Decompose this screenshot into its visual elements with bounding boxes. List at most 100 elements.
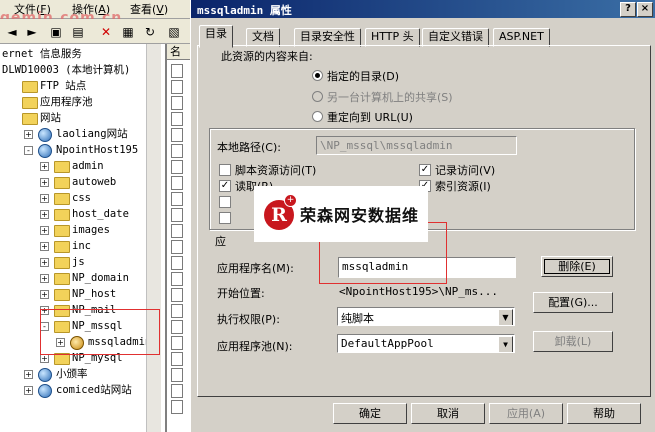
tree-item[interactable]: + js [0,254,146,270]
document-icon[interactable] [171,352,183,366]
document-icon[interactable] [171,224,183,238]
expand-icon[interactable]: + [40,242,49,251]
tree-item[interactable]: 应用程序池 [0,94,146,110]
radio-redirect-url-label[interactable]: 重定向到 URL(U) [327,109,413,125]
document-icon[interactable] [171,384,183,398]
document-icon[interactable] [171,144,183,158]
document-icon[interactable] [171,128,183,142]
document-icon[interactable] [171,192,183,206]
document-icon[interactable] [171,256,183,270]
expand-icon[interactable]: + [24,370,33,379]
tree-item[interactable]: + inc [0,238,146,254]
list-pane: 名 [166,44,191,432]
tab-directory[interactable]: 目录 [199,25,233,48]
ok-button[interactable]: 确定 [333,403,407,424]
chevron-down-icon[interactable]: ▼ [498,336,513,352]
tree-item[interactable]: ernet 信息服务 [0,46,146,62]
tree-item[interactable]: + NP_host [0,286,146,302]
tree-item[interactable]: + autoweb [0,174,146,190]
tree-item[interactable]: + comiced站网站 [0,382,146,398]
tree-item-label: css [72,192,91,204]
tree-item[interactable]: 网站 [0,110,146,126]
app-pool-value: DefaultAppPool [341,337,434,350]
tree-item[interactable]: + laoliang网站 [0,126,146,142]
checkbox-read[interactable]: ✓ [219,180,231,192]
tree-item[interactable]: + 小颁率 [0,366,146,382]
refresh-icon[interactable]: ↻ [140,22,160,42]
up-folder-icon[interactable]: ▣ [46,22,66,42]
export-icon[interactable]: ▧ [164,22,184,42]
properties-icon[interactable]: ▦ [118,22,138,42]
exec-permissions-select[interactable]: 纯脚本 ▼ [337,307,515,326]
document-icon[interactable] [171,160,183,174]
document-icon[interactable] [171,320,183,334]
checkbox-script-source-access[interactable] [219,164,231,176]
chevron-down-icon[interactable]: ▼ [498,309,513,325]
start-point-label: 开始位置: [217,287,265,300]
delete-icon[interactable]: ✕ [96,22,116,42]
document-icon[interactable] [171,240,183,254]
folder-icon [54,177,70,189]
document-icon[interactable] [171,368,183,382]
tree-scrollbar[interactable] [146,44,161,432]
radio-specified-directory-label[interactable]: 指定的目录(D) [327,68,399,84]
tree-item[interactable]: + css [0,190,146,206]
expand-icon[interactable]: + [24,130,33,139]
checkbox-log-visits[interactable]: ✓ [419,164,431,176]
tree-item[interactable]: FTP 站点 [0,78,146,94]
app-pool-label: 应用程序池(N): [217,340,293,353]
document-icon[interactable] [171,272,183,286]
document-icon[interactable] [171,64,183,78]
checkbox-write[interactable] [219,196,231,208]
radio-network-share [312,91,323,102]
document-icon[interactable] [171,400,183,414]
radio-redirect-url[interactable] [312,111,323,122]
show-tree-icon[interactable]: ▤ [68,22,88,42]
document-icon[interactable] [171,288,183,302]
expand-icon[interactable]: + [40,194,49,203]
help-button[interactable]: 帮助 [567,403,641,424]
checkbox-directory-browsing[interactable] [219,212,231,224]
expand-icon[interactable]: + [40,258,49,267]
expand-icon[interactable]: + [40,354,49,363]
tree-item[interactable]: + admin [0,158,146,174]
tree-item[interactable]: + NP_domain [0,270,146,286]
configure-button[interactable]: 配置(G)... [533,292,613,313]
app-pool-select[interactable]: DefaultAppPool ▼ [337,334,515,353]
help-icon[interactable]: ? [620,2,636,17]
back-icon[interactable]: ◄ [2,22,22,42]
remove-button[interactable]: 删除(E) [541,256,613,277]
document-icon[interactable] [171,336,183,350]
expand-icon[interactable]: + [40,162,49,171]
close-icon[interactable]: × [637,2,653,17]
expand-icon[interactable]: + [40,290,49,299]
plus-icon: + [284,194,297,207]
tree-item-label: NP_host [72,288,117,300]
expand-icon[interactable]: + [40,274,49,283]
folder-icon [54,225,70,237]
folder-icon [54,289,70,301]
document-icon[interactable] [171,208,183,222]
expand-icon[interactable]: + [40,178,49,187]
tree-item[interactable]: DLWD10003 (本地计算机) [0,62,146,78]
expand-icon[interactable]: + [24,386,33,395]
tree-item[interactable]: - NpointHost195 [0,142,146,158]
menu-view[interactable]: 查看(V) [130,1,168,17]
column-header-name[interactable]: 名 [167,44,191,60]
document-icon[interactable] [171,96,183,110]
document-icon[interactable] [171,176,183,190]
tree-item-label: DLWD10003 (本地计算机) [2,64,131,76]
tree-item[interactable]: + host_date [0,206,146,222]
document-icon[interactable] [171,304,183,318]
forward-icon[interactable]: ► [22,22,42,42]
expand-icon[interactable]: + [40,210,49,219]
dialog-titlebar[interactable]: mssqladmin 属性 ? × [191,0,655,18]
document-icon[interactable] [171,80,183,94]
collapse-icon[interactable]: - [24,146,33,155]
radio-specified-directory[interactable] [312,70,323,81]
tree-item-label: 小颁率 [56,368,88,380]
expand-icon[interactable]: + [40,226,49,235]
document-icon[interactable] [171,112,183,126]
tree-item[interactable]: + images [0,222,146,238]
cancel-button[interactable]: 取消 [411,403,485,424]
